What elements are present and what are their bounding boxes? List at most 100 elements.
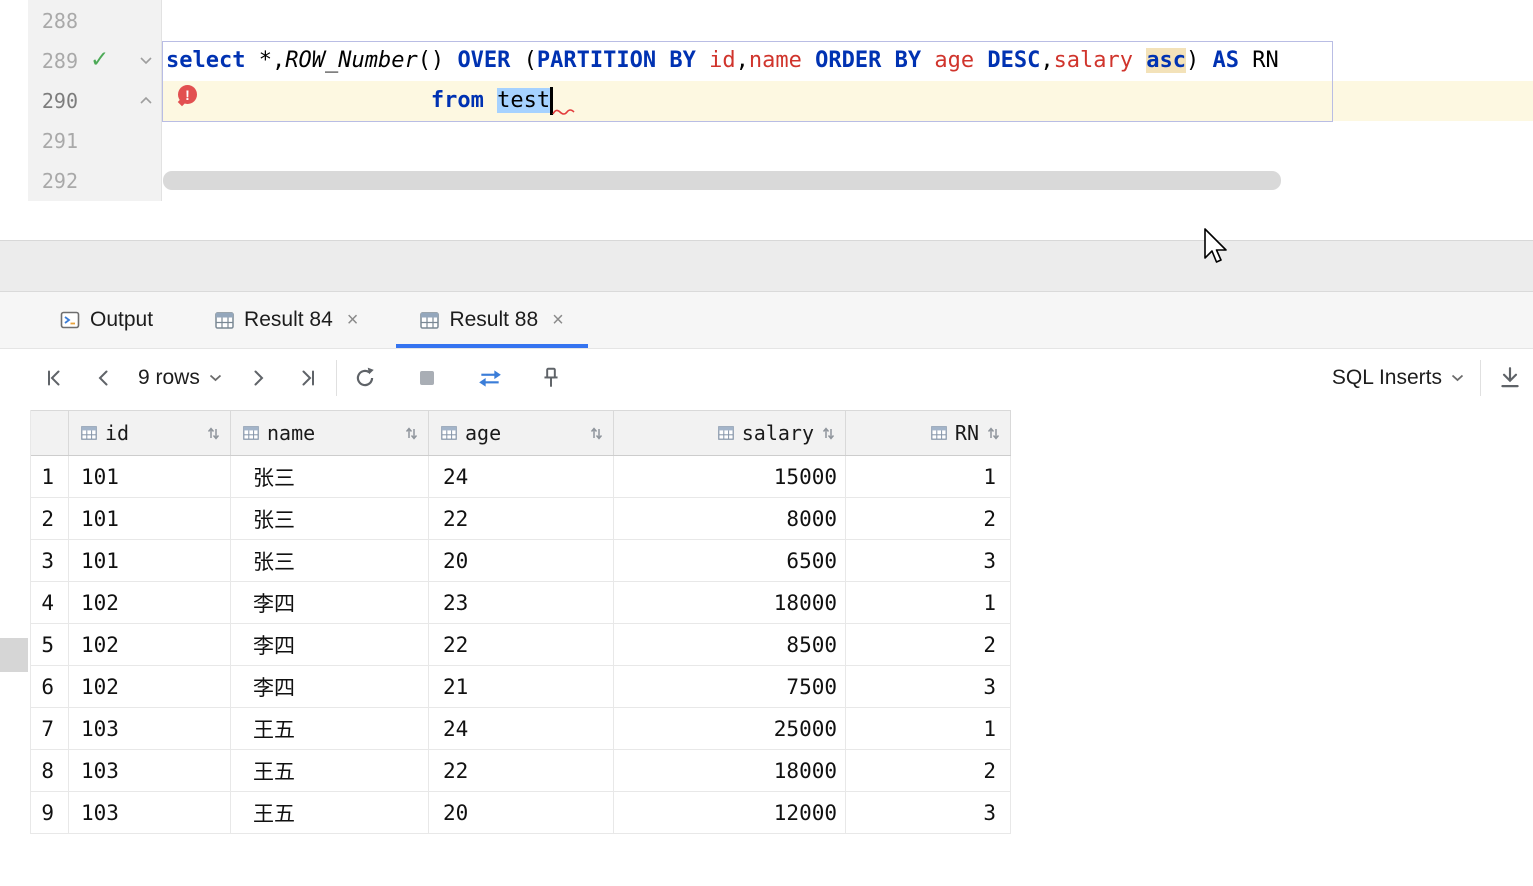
cell-name[interactable]: 王五 bbox=[231, 792, 429, 833]
cell-name[interactable]: 王五 bbox=[231, 708, 429, 749]
cell-rn[interactable]: 2 bbox=[846, 624, 1011, 665]
cell-rn[interactable]: 3 bbox=[846, 666, 1011, 707]
sql-inserts-dropdown[interactable]: SQL Inserts bbox=[1332, 366, 1464, 390]
close-icon[interactable]: × bbox=[552, 310, 564, 330]
row-number-cell[interactable]: 6 bbox=[31, 666, 69, 707]
reload-icon[interactable] bbox=[353, 366, 377, 390]
tab-label: Result 88 bbox=[449, 308, 538, 332]
cell-salary[interactable]: 18000 bbox=[614, 750, 846, 791]
cell-name[interactable]: 李四 bbox=[231, 624, 429, 665]
pin-icon[interactable] bbox=[539, 366, 563, 390]
cell-rn[interactable]: 1 bbox=[846, 708, 1011, 749]
row-number-cell[interactable]: 2 bbox=[31, 498, 69, 539]
cell-age[interactable]: 20 bbox=[429, 792, 614, 833]
editor-horizontal-scrollbar[interactable] bbox=[163, 171, 1281, 190]
cell-id[interactable]: 103 bbox=[69, 708, 231, 749]
results-toolbar: 9 rows bbox=[0, 349, 1533, 406]
cell-salary[interactable]: 18000 bbox=[614, 582, 846, 623]
column-header-rn[interactable]: RN bbox=[846, 411, 1011, 455]
cell-id[interactable]: 102 bbox=[69, 666, 231, 707]
line-number: 291 bbox=[28, 121, 78, 161]
cell-rn[interactable]: 1 bbox=[846, 582, 1011, 623]
cell-id[interactable]: 102 bbox=[69, 624, 231, 665]
grid-body: 1101张三241500012101张三22800023101张三2065003… bbox=[31, 456, 1011, 834]
cell-age[interactable]: 20 bbox=[429, 540, 614, 581]
cell-age[interactable]: 21 bbox=[429, 666, 614, 707]
fold-end-icon[interactable] bbox=[139, 96, 153, 105]
row-number-cell[interactable]: 9 bbox=[31, 792, 69, 833]
cell-rn[interactable]: 3 bbox=[846, 792, 1011, 833]
row-number-cell[interactable]: 3 bbox=[31, 540, 69, 581]
cell-rn[interactable]: 1 bbox=[846, 456, 1011, 497]
tool-window-stripe-button[interactable] bbox=[0, 638, 28, 672]
cell-name[interactable]: 张三 bbox=[231, 540, 429, 581]
code-token: ( bbox=[510, 48, 537, 73]
row-number-cell[interactable]: 7 bbox=[31, 708, 69, 749]
column-header-id[interactable]: id bbox=[69, 411, 231, 455]
sql-editor[interactable]: select *,ROW_Number() OVER (PARTITION BY… bbox=[0, 0, 1533, 201]
cell-age[interactable]: 22 bbox=[429, 624, 614, 665]
column-header-name[interactable]: name bbox=[231, 411, 429, 455]
last-page-icon[interactable] bbox=[294, 366, 320, 390]
cell-id[interactable]: 101 bbox=[69, 540, 231, 581]
sort-icon[interactable] bbox=[822, 425, 835, 442]
cell-age[interactable]: 23 bbox=[429, 582, 614, 623]
cell-age[interactable]: 22 bbox=[429, 498, 614, 539]
first-page-icon[interactable] bbox=[42, 366, 68, 390]
cell-id[interactable]: 101 bbox=[69, 456, 231, 497]
compare-icon[interactable] bbox=[477, 365, 503, 391]
code-token bbox=[921, 48, 934, 73]
app-window: select *,ROW_Number() OVER (PARTITION BY… bbox=[0, 0, 1533, 886]
cell-name[interactable]: 李四 bbox=[231, 582, 429, 623]
sort-icon[interactable] bbox=[405, 425, 418, 442]
cell-age[interactable]: 22 bbox=[429, 750, 614, 791]
cell-salary[interactable]: 7500 bbox=[614, 666, 846, 707]
cell-name[interactable]: 王五 bbox=[231, 750, 429, 791]
error-icon[interactable]: ! bbox=[178, 85, 197, 104]
row-number-cell[interactable]: 1 bbox=[31, 456, 69, 497]
cell-rn[interactable]: 2 bbox=[846, 498, 1011, 539]
export-download-icon[interactable] bbox=[1497, 365, 1523, 391]
cell-age[interactable]: 24 bbox=[429, 456, 614, 497]
cell-name[interactable]: 李四 bbox=[231, 666, 429, 707]
column-header-salary[interactable]: salary bbox=[614, 411, 846, 455]
row-number-cell[interactable]: 5 bbox=[31, 624, 69, 665]
cell-id[interactable]: 103 bbox=[69, 750, 231, 791]
execution-success-check-icon[interactable]: ✓ bbox=[90, 47, 109, 71]
fold-start-icon[interactable] bbox=[139, 56, 153, 65]
code-line-289[interactable]: select *,ROW_Number() OVER (PARTITION BY… bbox=[166, 41, 1279, 81]
cell-salary[interactable]: 15000 bbox=[614, 456, 846, 497]
stop-icon[interactable] bbox=[415, 366, 439, 390]
console-icon bbox=[60, 310, 80, 330]
previous-page-icon[interactable] bbox=[92, 366, 116, 390]
cell-salary[interactable]: 8000 bbox=[614, 498, 846, 539]
column-header-age[interactable]: age bbox=[429, 411, 614, 455]
cell-salary[interactable]: 6500 bbox=[614, 540, 846, 581]
sort-icon[interactable] bbox=[987, 425, 1000, 442]
sort-icon[interactable] bbox=[207, 425, 220, 442]
cell-id[interactable]: 102 bbox=[69, 582, 231, 623]
close-icon[interactable]: × bbox=[347, 310, 359, 330]
code-token: OVER bbox=[457, 48, 510, 73]
cell-salary[interactable]: 25000 bbox=[614, 708, 846, 749]
cell-rn[interactable]: 2 bbox=[846, 750, 1011, 791]
tab-result-84[interactable]: Result 84 × bbox=[191, 292, 382, 348]
code-line-290[interactable]: from test bbox=[166, 81, 553, 121]
cell-name[interactable]: 张三 bbox=[231, 456, 429, 497]
splitter-band[interactable] bbox=[0, 240, 1533, 292]
cell-salary[interactable]: 8500 bbox=[614, 624, 846, 665]
row-number-cell[interactable]: 8 bbox=[31, 750, 69, 791]
next-page-icon[interactable] bbox=[246, 366, 270, 390]
cell-rn[interactable]: 3 bbox=[846, 540, 1011, 581]
cell-salary[interactable]: 12000 bbox=[614, 792, 846, 833]
column-header-rownum[interactable] bbox=[31, 411, 69, 455]
tab-output[interactable]: Output bbox=[36, 292, 177, 348]
cell-age[interactable]: 24 bbox=[429, 708, 614, 749]
page-size-dropdown[interactable]: 9 rows bbox=[138, 366, 222, 390]
sort-icon[interactable] bbox=[590, 425, 603, 442]
row-number-cell[interactable]: 4 bbox=[31, 582, 69, 623]
tab-result-88[interactable]: Result 88 × bbox=[396, 292, 587, 348]
cell-id[interactable]: 101 bbox=[69, 498, 231, 539]
cell-name[interactable]: 张三 bbox=[231, 498, 429, 539]
cell-id[interactable]: 103 bbox=[69, 792, 231, 833]
